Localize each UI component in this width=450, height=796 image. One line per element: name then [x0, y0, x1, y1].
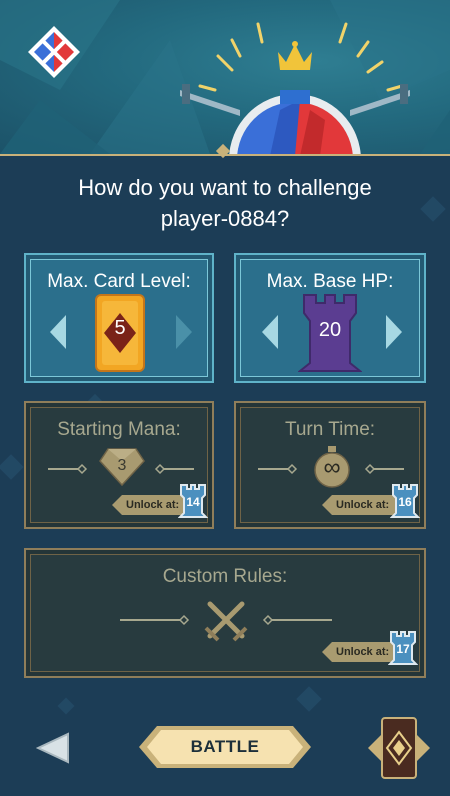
card-level-value: 5	[114, 317, 126, 339]
versus-emblem-icon	[180, 41, 410, 154]
challenge-title: How do you want to challenge player-0884…	[20, 172, 430, 234]
game-logo-icon	[28, 26, 80, 78]
custom-rules-panel: Custom Rules: Unlock at: 17	[24, 548, 426, 678]
starting-mana-label: Starting Mana:	[57, 419, 181, 440]
max-card-level-label: Max. Card Level:	[47, 271, 191, 292]
max-base-hp-label: Max. Base HP:	[266, 271, 394, 292]
turn-time-label: Turn Time:	[284, 419, 376, 440]
starting-mana-panel: Starting Mana: 3 Unlock at: 14	[24, 401, 214, 529]
card-level-decrease-arrow-icon[interactable]	[50, 315, 68, 349]
battle-button-label: BATTLE	[190, 737, 260, 756]
starting-mana-unlock-level: 14	[186, 495, 200, 509]
max-base-hp-panel: Max. Base HP: 20	[234, 253, 426, 383]
turn-time-panel: Turn Time: ∞ Unlock at: 16	[234, 401, 426, 529]
custom-rules-label: Custom Rules:	[162, 566, 288, 587]
opponent-name: player-0884?	[160, 206, 290, 231]
starting-mana-value: 3	[117, 457, 127, 474]
base-hp-increase-arrow-icon[interactable]	[384, 315, 402, 349]
base-hp-value: 20	[318, 319, 342, 341]
background-diamond	[0, 454, 24, 480]
background-diamond	[296, 686, 322, 712]
turn-time-unlock-level: 16	[398, 495, 412, 509]
back-arrow-icon[interactable]	[36, 732, 70, 764]
custom-rules-unlock-level: 17	[396, 642, 410, 656]
battle-button[interactable]: BATTLE	[139, 724, 311, 770]
crossed-swords-icon	[204, 601, 248, 642]
card-level-increase-arrow-icon[interactable]	[174, 315, 192, 349]
header-banner	[0, 0, 450, 156]
challenge-title-line1: How do you want to challenge	[78, 175, 372, 200]
background-diamond	[57, 697, 75, 715]
max-card-level-panel: Max. Card Level: 5	[24, 253, 214, 383]
base-hp-decrease-arrow-icon[interactable]	[262, 315, 280, 349]
deck-card-button-icon[interactable]	[366, 716, 432, 780]
turn-time-value: ∞	[323, 454, 341, 481]
